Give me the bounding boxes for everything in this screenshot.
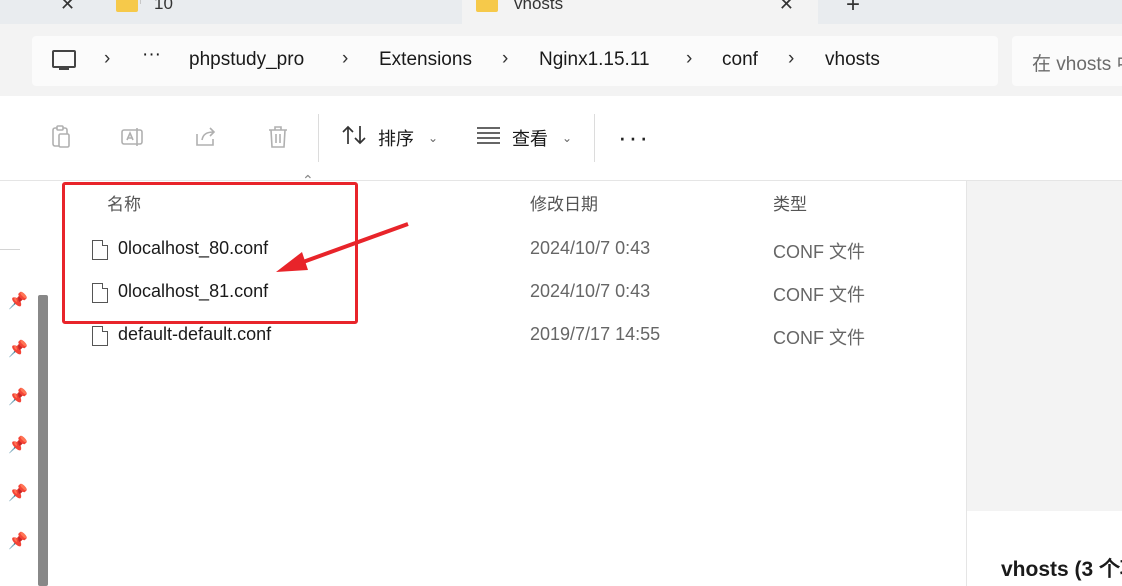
file-date: 2024/10/7 0:43 xyxy=(530,238,651,258)
file-type: CONF 文件 xyxy=(773,285,865,305)
file-type: CONF 文件 xyxy=(773,242,865,262)
file-date: 2019/7/17 14:55 xyxy=(530,324,661,344)
search-input[interactable]: 在 vhosts 中搜索 xyxy=(1012,36,1122,86)
pin-icon[interactable]: 📌 xyxy=(8,387,28,407)
view-button[interactable]: 查看 ⌄ xyxy=(476,124,572,152)
breadcrumb-more-button[interactable]: ··· xyxy=(142,44,161,66)
file-icon xyxy=(92,326,108,346)
sort-button[interactable]: 排序 ⌄ xyxy=(342,124,438,152)
sort-label: 排序 xyxy=(378,129,414,149)
address-area: › ··· phpstudy_pro › Extensions › Nginx1… xyxy=(0,24,1122,96)
nav-divider xyxy=(0,249,20,250)
tab-strip: ✕ 10 vhosts ✕ + xyxy=(0,0,1122,24)
file-type: CONF 文件 xyxy=(773,328,865,348)
address-bar[interactable]: › ··· phpstudy_pro › Extensions › Nginx1… xyxy=(32,36,998,86)
share-icon[interactable] xyxy=(193,124,219,150)
tab-divider xyxy=(140,0,141,4)
folder-icon xyxy=(116,0,138,12)
breadcrumb-extensions[interactable]: Extensions xyxy=(379,49,472,71)
pin-icon[interactable]: 📌 xyxy=(8,435,28,455)
navigation-pane: 📌 📌 📌 📌 📌 📌 xyxy=(0,181,50,586)
new-tab-button[interactable]: + xyxy=(846,0,860,19)
view-list-icon xyxy=(476,125,502,151)
breadcrumb-chevron-icon[interactable]: › xyxy=(788,48,794,70)
nav-scrollbar[interactable] xyxy=(38,295,48,586)
more-options-button[interactable]: ··· xyxy=(618,122,650,153)
breadcrumb-chevron-icon[interactable]: › xyxy=(502,48,508,70)
pin-icon[interactable]: 📌 xyxy=(8,531,28,551)
view-label: 查看 xyxy=(512,129,548,149)
tab-vhosts[interactable]: vhosts ✕ xyxy=(462,0,818,24)
tab-close-icon[interactable]: ✕ xyxy=(60,0,75,15)
column-header-date[interactable]: 修改日期 xyxy=(530,190,598,215)
this-pc-icon[interactable] xyxy=(52,50,76,70)
sort-icon xyxy=(342,124,368,152)
file-date: 2024/10/7 0:43 xyxy=(530,281,651,301)
tab-10[interactable]: ✕ 10 xyxy=(40,0,450,24)
breadcrumb-vhosts[interactable]: vhosts xyxy=(825,49,880,71)
paste-icon[interactable] xyxy=(48,124,74,150)
search-placeholder: 在 vhosts 中搜索 xyxy=(1032,54,1122,75)
tab-title: vhosts xyxy=(514,0,564,13)
pin-icon[interactable]: 📌 xyxy=(8,339,28,359)
breadcrumb-conf[interactable]: conf xyxy=(722,49,758,71)
tab-title: 10 xyxy=(154,0,173,13)
breadcrumb-phpstudy-pro[interactable]: phpstudy_pro xyxy=(189,49,304,71)
details-title: vhosts (3 个项目) xyxy=(1001,558,1122,581)
pin-icon[interactable]: 📌 xyxy=(8,483,28,503)
chevron-down-icon: ⌄ xyxy=(562,131,573,145)
breadcrumb-chevron-icon[interactable]: › xyxy=(686,48,692,70)
toolbar-divider xyxy=(318,114,319,162)
highlight-annotation-box xyxy=(62,182,358,324)
breadcrumb-chevron-icon[interactable]: › xyxy=(342,48,348,70)
pin-icon[interactable]: 📌 xyxy=(8,291,28,311)
toolbar-divider xyxy=(594,114,595,162)
file-row[interactable]: default-default.conf 2019/7/17 14:55 CON… xyxy=(88,320,948,360)
folder-icon xyxy=(476,0,498,12)
file-name: default-default.conf xyxy=(118,324,272,344)
breadcrumb-chevron-icon[interactable]: › xyxy=(104,48,110,70)
breadcrumb-nginx[interactable]: Nginx1.15.11 xyxy=(539,49,650,71)
tab-close-icon[interactable]: ✕ xyxy=(779,0,794,15)
rename-icon[interactable] xyxy=(120,124,146,150)
chevron-down-icon: ⌄ xyxy=(428,131,439,145)
command-bar: 排序 ⌄ 查看 ⌄ ··· xyxy=(0,96,1122,181)
delete-icon[interactable] xyxy=(265,124,291,150)
details-pane: vhosts (3 个项目) xyxy=(966,181,1122,586)
column-header-type[interactable]: 类型 xyxy=(773,190,807,215)
